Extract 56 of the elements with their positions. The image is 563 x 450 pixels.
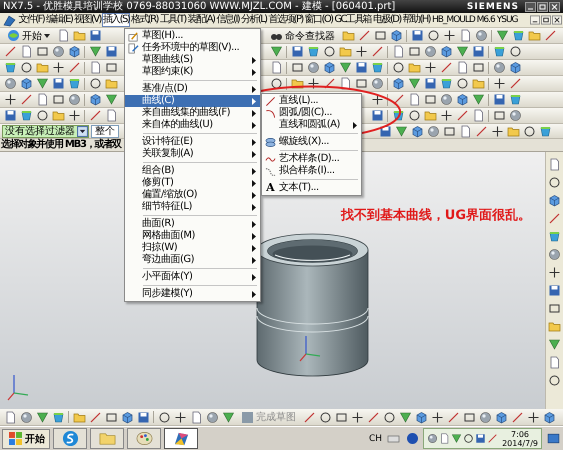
annotation-text: 找不到基本曲线，UG界面很乱。 bbox=[340, 207, 531, 224]
start-button[interactable]: 开始 bbox=[2, 428, 50, 448]
menu-item[interactable]: 弯边曲面(G) bbox=[125, 254, 260, 266]
menu-item[interactable]: 草图(H)... bbox=[125, 30, 260, 42]
menu-item[interactable]: 来自体的曲线(U) bbox=[125, 119, 260, 131]
menu-bar-item[interactable]: 格式(R) bbox=[130, 13, 159, 27]
menu-item[interactable]: 圆弧/圆(C)... bbox=[262, 107, 361, 119]
menu-item[interactable]: 组合(B) bbox=[125, 165, 260, 177]
menu-bar-item[interactable]: 文件(F) bbox=[18, 13, 46, 27]
menu-bar-item[interactable]: 信息(I) bbox=[215, 13, 240, 27]
window-title: NX7.5 - 优胜模具培训学校 0769-88031060 WWW.MJZL.COM - 建模 - [060401.prt] bbox=[3, 0, 396, 13]
menu-item[interactable]: 小平面体(Y) bbox=[125, 271, 260, 283]
status-text: 选择对象并使用 MB3，或者双 bbox=[1, 139, 122, 151]
command-finder-button[interactable]: 命令查找器 bbox=[265, 28, 338, 42]
brand-label: SIEMENS bbox=[466, 2, 519, 12]
menu-item[interactable]: 细节特征(L) bbox=[125, 201, 260, 213]
menu-item[interactable]: 草图曲线(S) bbox=[125, 54, 260, 66]
menu-item[interactable]: 曲面(R) bbox=[125, 218, 260, 230]
menu-bar-item[interactable]: 窗口(O) bbox=[304, 13, 334, 27]
menu-item[interactable]: 拟合样条(I)... bbox=[262, 165, 361, 177]
menu-item[interactable]: 修剪(T) bbox=[125, 177, 260, 189]
menu-item[interactable]: 螺旋线(X)... bbox=[262, 136, 361, 148]
menu-item[interactable]: 扫掠(W) bbox=[125, 242, 260, 254]
clock-date: 2014/7/9 bbox=[502, 438, 538, 448]
clock-time: 7:06 bbox=[511, 430, 530, 438]
menu-item[interactable]: 草图约束(K) bbox=[125, 66, 260, 78]
menu-item[interactable]: A 文本(T)... bbox=[262, 182, 361, 194]
menu-item[interactable]: 来自曲线集的曲线(F) bbox=[125, 107, 260, 119]
menu-bar-item[interactable]: 工具(T) bbox=[158, 13, 187, 27]
menu-bar-item[interactable]: 首选项(P) bbox=[267, 13, 304, 27]
menu-bar-item[interactable]: 视图(V) bbox=[73, 13, 102, 27]
menu-bar-item[interactable]: HB_MOULD M6.6 bbox=[430, 13, 496, 27]
menu-item[interactable]: 艺术样条(D)... bbox=[262, 153, 361, 165]
language-indicator[interactable]: CH bbox=[369, 434, 382, 444]
menu-bar-item[interactable]: 分析(L) bbox=[240, 13, 268, 27]
menu-bar-item[interactable]: 插入(S) bbox=[102, 13, 130, 27]
filter-dropdown[interactable]: 没有选择过滤器 bbox=[2, 124, 89, 138]
start-button[interactable]: 开始 bbox=[2, 28, 53, 42]
text-icon: A bbox=[266, 182, 274, 194]
menu-bar-item[interactable]: 帮助(H) bbox=[402, 13, 431, 27]
menu-item[interactable]: 偏置/缩放(O) bbox=[125, 189, 260, 201]
menu-item[interactable]: 关联复制(A) bbox=[125, 148, 260, 160]
menu-bar-item[interactable]: YSUG bbox=[496, 13, 519, 27]
menu-bar-item[interactable]: 电极(D) bbox=[372, 13, 402, 27]
menu-item[interactable]: 设计特征(E) bbox=[125, 136, 260, 148]
menu-item[interactable]: 直线和圆弧(A) bbox=[262, 119, 361, 131]
menu-item[interactable]: 任务环境中的草图(V)... bbox=[125, 42, 260, 54]
menu-item[interactable]: 网格曲面(M) bbox=[125, 230, 260, 242]
menu-item[interactable]: 同步建模(Y) bbox=[125, 288, 260, 300]
menu-item[interactable]: 基准/点(D) bbox=[125, 83, 260, 95]
menu-bar-item[interactable]: 装配(A) bbox=[186, 13, 216, 27]
menu-item[interactable]: 直线(L)... bbox=[262, 95, 361, 107]
menu-bar-item[interactable]: GC工具箱 bbox=[333, 13, 372, 27]
scope-dropdown[interactable]: 整个 bbox=[91, 124, 119, 138]
menu-item[interactable]: 曲线(C) bbox=[125, 95, 260, 107]
menu-bar-item[interactable]: 编辑(E) bbox=[45, 13, 74, 27]
